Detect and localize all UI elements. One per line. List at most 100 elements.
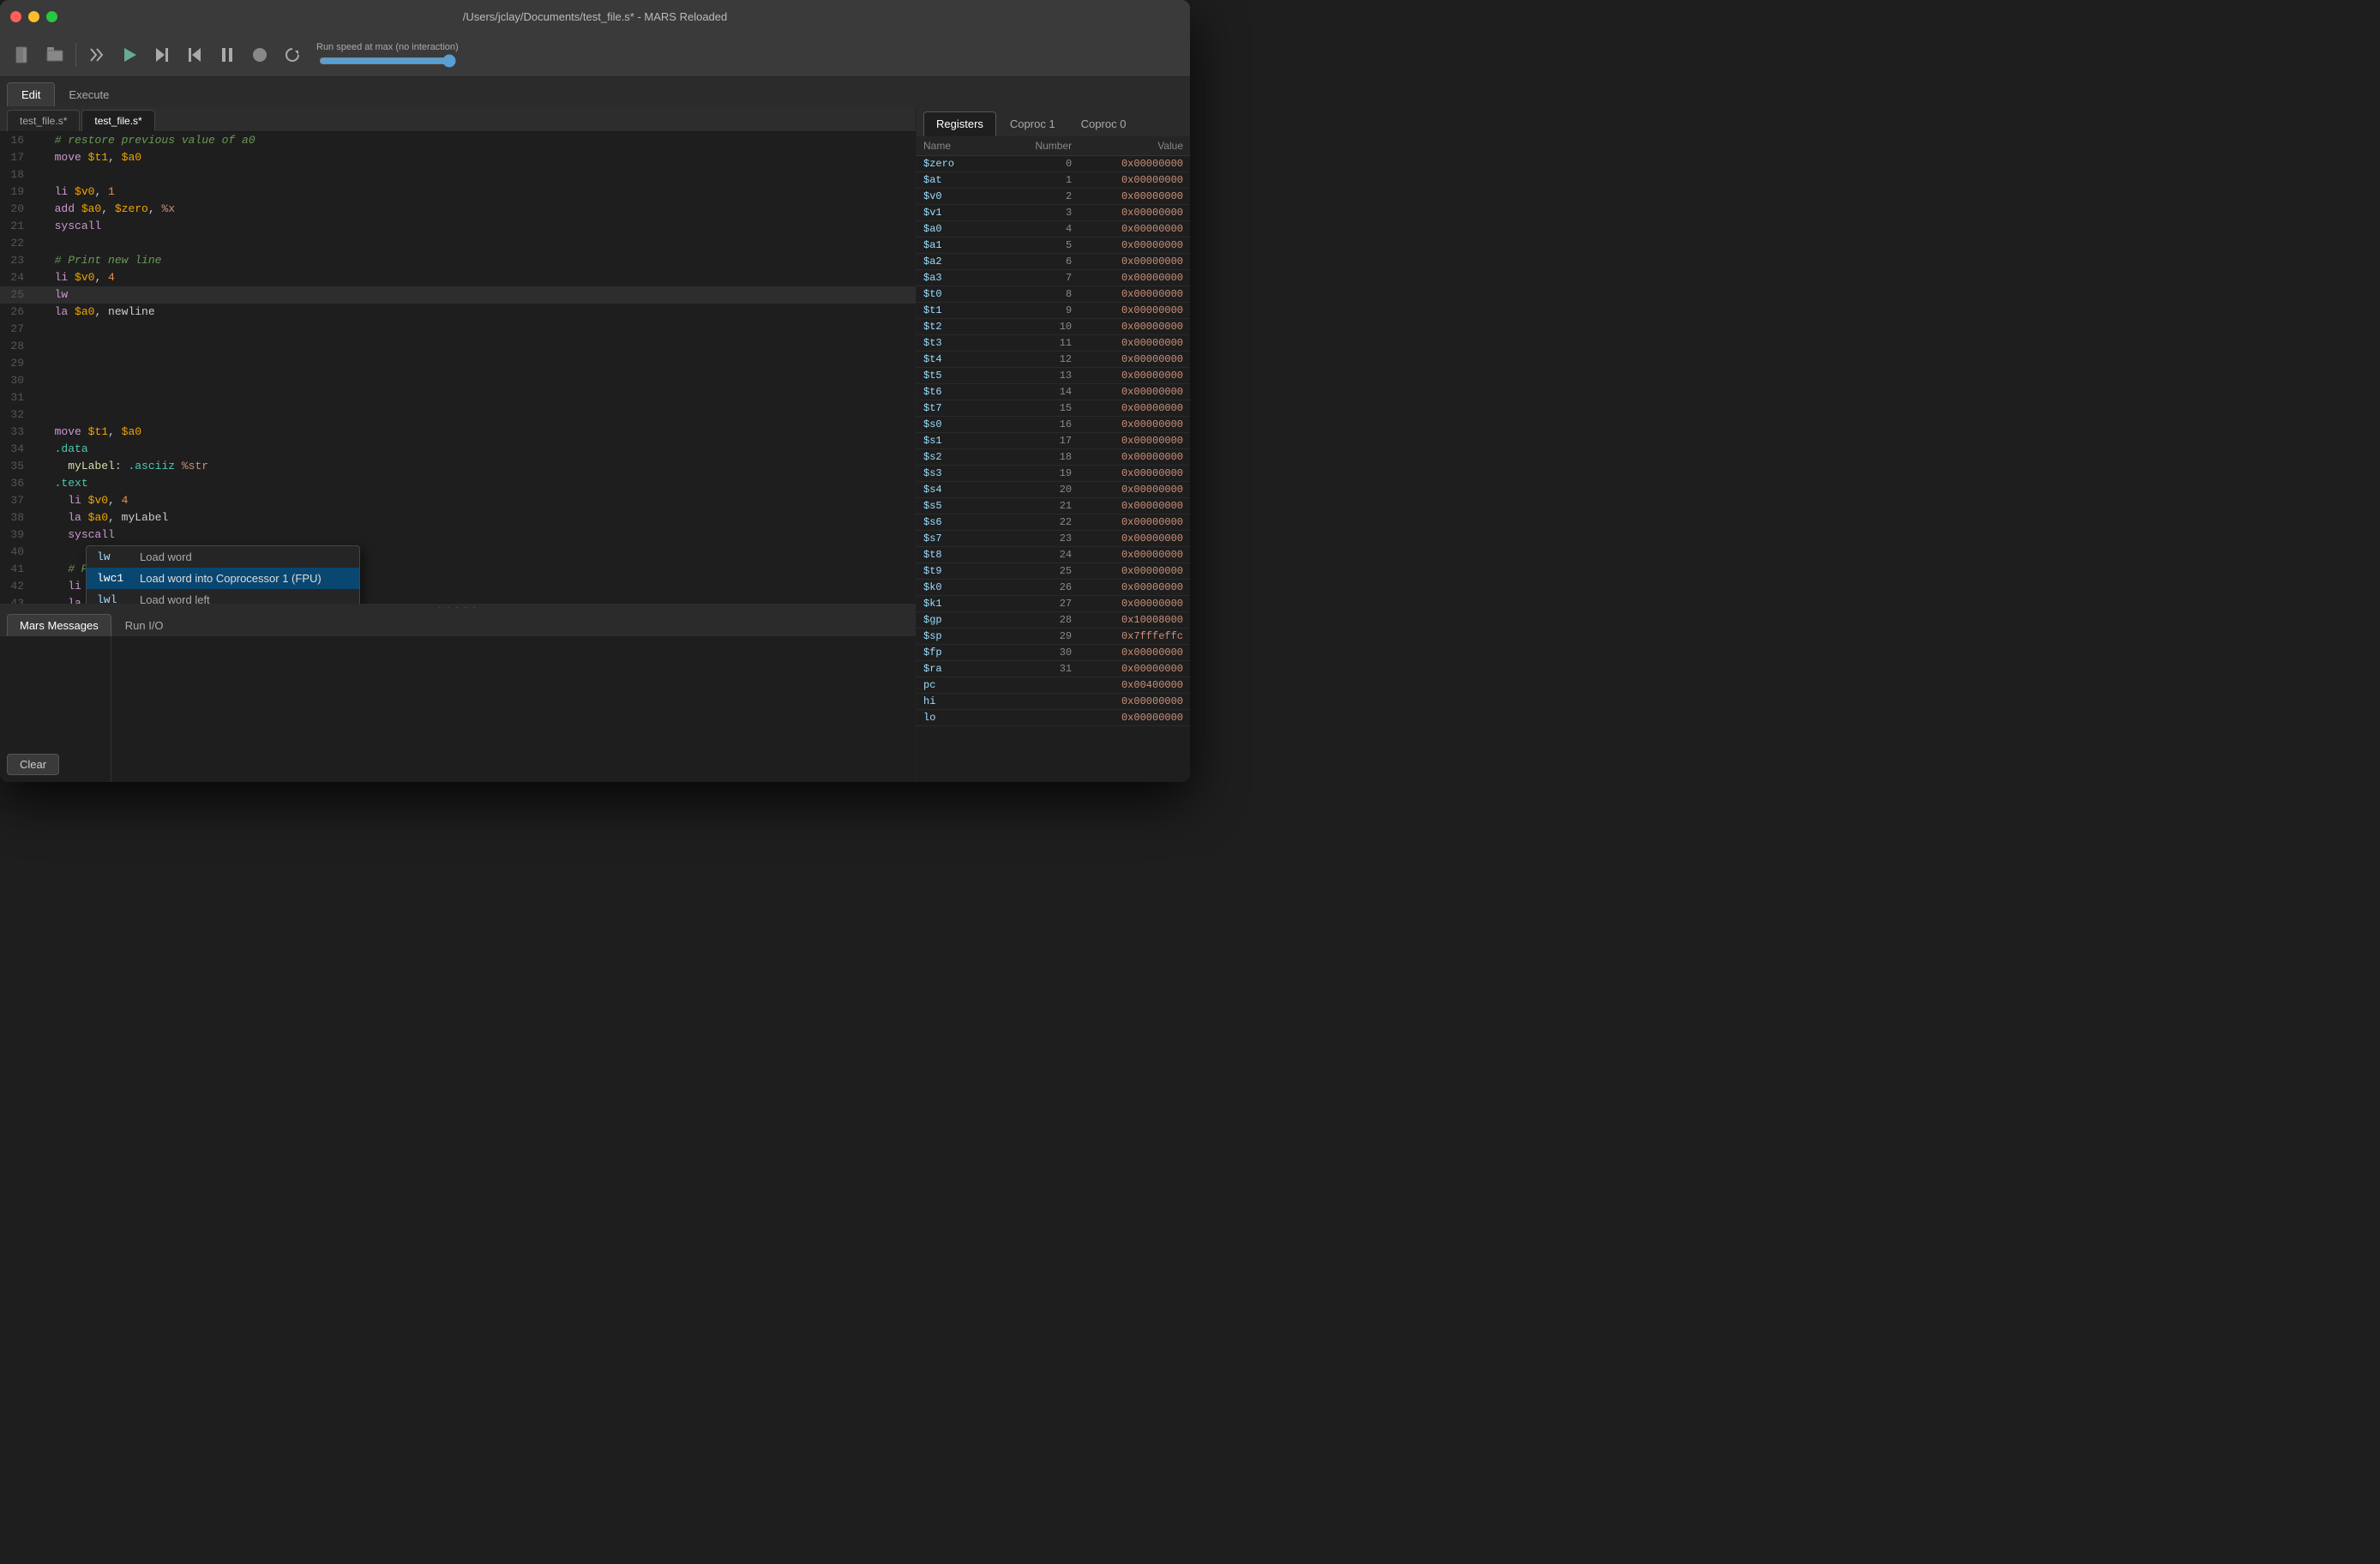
code-line-30: 30 [0,372,916,389]
close-button[interactable] [10,11,21,22]
tab-coproc0[interactable]: Coproc 0 [1069,111,1139,136]
register-number [998,695,1073,707]
register-name: $t8 [923,549,998,561]
editor-panel: test_file.s* test_file.s* 16 # restore p… [0,106,916,782]
table-row: $k0260x00000000 [917,580,1190,596]
register-value: 0x00000000 [1072,418,1183,430]
pause-button[interactable] [212,39,243,70]
register-number: 0 [998,158,1073,170]
table-row: $ra310x00000000 [917,661,1190,677]
register-name: $s6 [923,516,998,528]
autocomplete-item-lw[interactable]: lw Load word [87,546,359,568]
col-number: Number [998,140,1073,152]
code-line-17: 17 move $t1, $a0 [0,149,916,166]
tab-registers[interactable]: Registers [923,111,996,136]
clear-button[interactable]: Clear [7,754,59,775]
table-row: $t080x00000000 [917,286,1190,303]
step-button[interactable] [147,39,177,70]
code-line-19: 19 li $v0, 1 [0,183,916,201]
table-row: $a150x00000000 [917,238,1190,254]
autocomplete-item-lwl[interactable]: lwl Load word left [87,589,359,604]
tab-coproc1[interactable]: Coproc 1 [998,111,1067,136]
register-number: 31 [998,663,1073,675]
code-line-31: 31 [0,389,916,406]
register-value: 0x00000000 [1072,647,1183,659]
assemble-button[interactable] [81,39,112,70]
messages-area[interactable] [111,636,916,782]
register-value: 0x00000000 [1072,484,1183,496]
code-line-23: 23 # Print new line [0,252,916,269]
stop-button[interactable] [244,39,275,70]
register-name: $s5 [923,500,998,512]
tab-execute[interactable]: Execute [55,83,123,106]
file-tab-1[interactable]: test_file.s* [7,110,80,131]
code-line-21: 21 syscall [0,218,916,235]
tab-mars-messages[interactable]: Mars Messages [7,614,111,636]
main-tab-bar: Edit Execute [0,77,1190,106]
main-window: /Users/jclay/Documents/test_file.s* - MA… [0,0,1190,782]
tab-edit[interactable]: Edit [7,82,55,106]
reset-button[interactable] [277,39,308,70]
table-row: $sp290x7fffeffc [917,629,1190,645]
code-line-20: 20 add $a0, $zero, %x [0,201,916,218]
run-button[interactable] [114,39,145,70]
autocomplete-dropdown[interactable]: lw Load word lwc1 Load word into Coproce… [86,545,360,604]
register-number [998,712,1073,724]
file-tab-2[interactable]: test_file.s* [81,110,154,131]
register-value: 0x00000000 [1072,174,1183,186]
speed-slider[interactable] [319,54,456,68]
minimize-button[interactable] [28,11,39,22]
register-name: $k1 [923,598,998,610]
register-number: 26 [998,581,1073,593]
register-value: 0x00000000 [1072,467,1183,479]
code-lines: 16 # restore previous value of a0 17 mov… [0,132,916,604]
register-name: $s3 [923,467,998,479]
file-tab-bar: test_file.s* test_file.s* [0,106,916,132]
register-value: 0x00000000 [1072,256,1183,268]
register-name: $t0 [923,288,998,300]
register-name: $zero [923,158,998,170]
table-row: $t5130x00000000 [917,368,1190,384]
register-number: 1 [998,174,1073,186]
register-number: 5 [998,239,1073,251]
register-number: 20 [998,484,1073,496]
register-number: 29 [998,630,1073,642]
register-number: 21 [998,500,1073,512]
register-number: 27 [998,598,1073,610]
register-number: 15 [998,402,1073,414]
register-number: 30 [998,647,1073,659]
maximize-button[interactable] [46,11,57,22]
code-editor[interactable]: 16 # restore previous value of a0 17 mov… [0,132,916,604]
register-value: 0x10008000 [1072,614,1183,626]
register-number: 19 [998,467,1073,479]
register-value: 0x00000000 [1072,500,1183,512]
table-row: $t4120x00000000 [917,352,1190,368]
register-value: 0x00000000 [1072,386,1183,398]
register-table-header: Name Number Value [917,136,1190,156]
table-row: $a040x00000000 [917,221,1190,238]
code-line-37: 37 li $v0, 4 [0,492,916,509]
register-value: 0x00000000 [1072,663,1183,675]
register-name: $s4 [923,484,998,496]
code-line-29: 29 [0,355,916,372]
register-value: 0x00000000 [1072,288,1183,300]
new-file-button[interactable] [7,39,38,70]
code-line-25: 25 lw [0,286,916,304]
code-line-26: 26 la $a0, newline [0,304,916,321]
tab-run-io[interactable]: Run I/O [113,614,176,636]
col-name: Name [923,140,998,152]
speed-label: Run speed at max (no interaction) [316,42,459,52]
register-name: $v1 [923,207,998,219]
autocomplete-item-lwc1[interactable]: lwc1 Load word into Coprocessor 1 (FPU) [87,568,359,589]
register-value: 0x00000000 [1072,532,1183,544]
bottom-sidebar: Clear [0,636,111,782]
backstep-button[interactable] [179,39,210,70]
register-name: lo [923,712,998,724]
splitter[interactable]: · · · · · [0,604,916,611]
table-row: $s4200x00000000 [917,482,1190,498]
table-row: $v020x00000000 [917,189,1190,205]
register-value: 0x00000000 [1072,598,1183,610]
open-file-button[interactable] [39,39,70,70]
table-row: $s1170x00000000 [917,433,1190,449]
register-value: 0x00000000 [1072,549,1183,561]
